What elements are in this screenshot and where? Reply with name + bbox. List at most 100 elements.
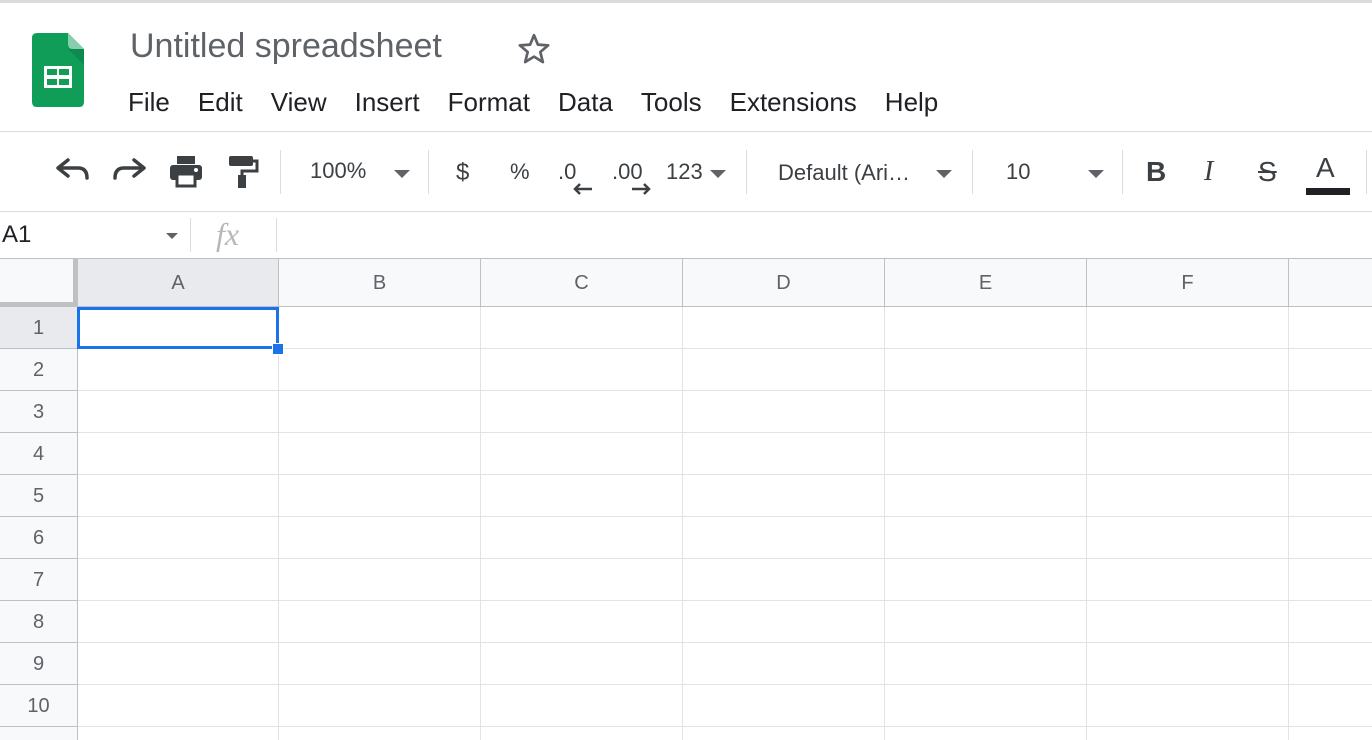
grid-cell[interactable] — [885, 601, 1087, 643]
grid-cell[interactable] — [1289, 517, 1372, 559]
name-box-dropdown-icon[interactable] — [166, 233, 178, 239]
font-select[interactable]: Default (Ari… — [778, 160, 910, 186]
strikethrough-button[interactable]: S — [1258, 156, 1277, 188]
grid-cell[interactable] — [1289, 391, 1372, 433]
font-dropdown-icon[interactable] — [936, 170, 952, 178]
grid-cell[interactable] — [481, 349, 683, 391]
menu-file[interactable]: File — [128, 85, 170, 121]
grid-cell[interactable] — [1087, 601, 1289, 643]
grid-cell[interactable] — [78, 559, 279, 601]
star-icon[interactable] — [516, 31, 552, 67]
formula-input[interactable] — [278, 212, 1372, 258]
grid-cell[interactable] — [683, 391, 885, 433]
row-header[interactable]: 3 — [0, 391, 78, 433]
grid-cell[interactable] — [279, 727, 481, 740]
grid-cell[interactable] — [78, 643, 279, 685]
paint-format-icon[interactable] — [226, 154, 260, 190]
zoom-select[interactable]: 100% — [310, 158, 366, 184]
grid-cell[interactable] — [885, 349, 1087, 391]
menu-tools[interactable]: Tools — [641, 85, 702, 121]
grid-cell[interactable] — [885, 475, 1087, 517]
row-header[interactable]: 6 — [0, 517, 78, 559]
grid-cell[interactable] — [1087, 391, 1289, 433]
grid-cell[interactable] — [78, 727, 279, 740]
grid-cell[interactable] — [279, 391, 481, 433]
grid-cell[interactable] — [481, 433, 683, 475]
grid-cell[interactable] — [683, 601, 885, 643]
grid-cell[interactable] — [1289, 727, 1372, 740]
menu-extensions[interactable]: Extensions — [730, 85, 857, 121]
grid-cell[interactable] — [279, 433, 481, 475]
grid-cell[interactable] — [683, 433, 885, 475]
grid-cell[interactable] — [279, 349, 481, 391]
grid-cell[interactable] — [481, 601, 683, 643]
grid-cell[interactable] — [683, 685, 885, 727]
grid-cell[interactable] — [78, 349, 279, 391]
more-formats-dropdown-icon[interactable] — [710, 170, 726, 178]
grid-cell[interactable] — [279, 559, 481, 601]
row-header[interactable]: 10 — [0, 685, 78, 727]
grid-cell[interactable] — [78, 307, 279, 349]
grid-cell[interactable] — [78, 475, 279, 517]
grid-cell[interactable] — [481, 475, 683, 517]
print-icon[interactable] — [168, 154, 204, 188]
grid-cell[interactable] — [683, 643, 885, 685]
grid-cell[interactable] — [481, 307, 683, 349]
grid-cell[interactable] — [481, 391, 683, 433]
row-header[interactable]: 1 — [0, 307, 78, 349]
menu-data[interactable]: Data — [558, 85, 613, 121]
grid-cell[interactable] — [279, 643, 481, 685]
grid-cell[interactable] — [1087, 349, 1289, 391]
grid-cell[interactable] — [885, 727, 1087, 740]
grid-cell[interactable] — [78, 433, 279, 475]
more-formats-button[interactable]: 123 — [666, 159, 703, 185]
grid-cell[interactable] — [279, 475, 481, 517]
grid-cell[interactable] — [1087, 685, 1289, 727]
grid-cell[interactable] — [1087, 433, 1289, 475]
grid-cell[interactable] — [78, 685, 279, 727]
grid-cell[interactable] — [1087, 475, 1289, 517]
italic-button[interactable]: I — [1204, 156, 1213, 188]
grid-cell[interactable] — [481, 559, 683, 601]
grid-cell[interactable] — [885, 559, 1087, 601]
grid-cell[interactable] — [683, 307, 885, 349]
grid-cell[interactable] — [78, 517, 279, 559]
sheets-logo-icon[interactable] — [32, 33, 84, 107]
column-header-e[interactable]: E — [885, 259, 1087, 307]
row-header[interactable]: 9 — [0, 643, 78, 685]
grid-cell[interactable] — [279, 307, 481, 349]
grid-cell[interactable] — [279, 517, 481, 559]
bold-button[interactable]: B — [1146, 156, 1166, 188]
grid-cell[interactable] — [885, 307, 1087, 349]
text-color-button[interactable]: A — [1316, 152, 1335, 184]
menu-view[interactable]: View — [271, 85, 327, 121]
font-size-dropdown-icon[interactable] — [1088, 170, 1104, 178]
grid-cell[interactable] — [1289, 433, 1372, 475]
grid-cell[interactable] — [683, 727, 885, 740]
fill-handle[interactable] — [272, 343, 284, 355]
grid-cell[interactable] — [1289, 643, 1372, 685]
column-header-a[interactable]: A — [78, 259, 279, 307]
grid-cell[interactable] — [885, 391, 1087, 433]
select-all-corner[interactable] — [0, 259, 78, 307]
grid-cell[interactable] — [1087, 559, 1289, 601]
menu-help[interactable]: Help — [885, 85, 938, 121]
grid-cell[interactable] — [1087, 307, 1289, 349]
column-header-b[interactable]: B — [279, 259, 481, 307]
grid-cell[interactable] — [481, 643, 683, 685]
grid-cell[interactable] — [1087, 517, 1289, 559]
grid-cell[interactable] — [1087, 727, 1289, 740]
grid-cell[interactable] — [683, 349, 885, 391]
grid-cell[interactable] — [481, 685, 683, 727]
currency-format-button[interactable]: $ — [456, 159, 469, 187]
column-header-d[interactable]: D — [683, 259, 885, 307]
grid-cell[interactable] — [1087, 643, 1289, 685]
row-header[interactable]: 5 — [0, 475, 78, 517]
column-header-f[interactable]: F — [1087, 259, 1289, 307]
grid-cell[interactable] — [78, 601, 279, 643]
grid-cell[interactable] — [1289, 685, 1372, 727]
column-header-c[interactable]: C — [481, 259, 683, 307]
grid-cell[interactable] — [885, 433, 1087, 475]
row-header[interactable]: 7 — [0, 559, 78, 601]
row-header[interactable]: 2 — [0, 349, 78, 391]
